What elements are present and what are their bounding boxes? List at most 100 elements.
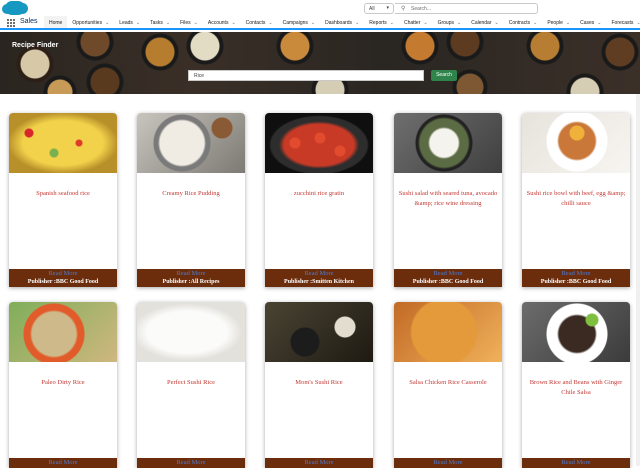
nav-tab-home[interactable]: Home (44, 16, 68, 30)
app-launcher-icon[interactable] (7, 19, 15, 27)
spanish-seafood-rice-photo (9, 113, 117, 173)
recipe-card[interactable]: Sushi rice bowl with beef, egg &amp; chi… (522, 113, 630, 287)
nav-tab-accounts[interactable]: Accounts ⌄ (203, 16, 241, 30)
chevron-down-icon[interactable]: ⌄ (194, 20, 198, 26)
recipe-card[interactable]: Brown Rice and Beans with Ginger Chile S… (522, 302, 630, 468)
chevron-down-icon[interactable]: ⌄ (390, 20, 394, 26)
read-more-link[interactable]: Read More (394, 270, 502, 277)
chevron-down-icon[interactable]: ⌄ (136, 20, 140, 26)
read-more-link[interactable]: Read More (394, 459, 502, 466)
nav-tab-contacts[interactable]: Contacts ⌄ (241, 16, 278, 30)
moms-sushi-rice-photo (265, 302, 373, 362)
recipe-card[interactable]: Salsa Chicken Rice Casserole Read More (394, 302, 502, 468)
nav-tab-cases[interactable]: Cases ⌄ (575, 16, 606, 30)
recipe-card-footer: Read More (265, 458, 373, 468)
paleo-dirty-rice-photo (9, 302, 117, 362)
nav-tab-people[interactable]: People ⌄ (542, 16, 575, 30)
nav-tab-tasks[interactable]: Tasks ⌄ (145, 16, 175, 30)
chevron-down-icon[interactable]: ⌄ (423, 20, 427, 26)
nav-tab-reports[interactable]: Reports ⌄ (364, 16, 399, 30)
global-header: All ▾ ⚲ Search... (0, 0, 640, 16)
read-more-link[interactable]: Read More (522, 459, 630, 466)
read-more-link[interactable]: Read More (9, 459, 117, 466)
chevron-down-icon[interactable]: ⌄ (457, 20, 461, 26)
nav-tab-label: People (547, 20, 563, 26)
chevron-down-icon[interactable]: ⌄ (105, 20, 109, 26)
read-more-link[interactable]: Read More (265, 459, 373, 466)
nav-tab-label: Leads (119, 20, 133, 26)
recipe-title: Sushi salad with seared tuna, avocado &a… (398, 190, 498, 207)
recipe-publisher: Publisher :All Recipes (162, 279, 220, 285)
read-more-link[interactable]: Read More (137, 270, 245, 277)
chevron-down-icon[interactable]: ⌄ (355, 20, 359, 26)
sushi-salad-photo (394, 113, 502, 173)
nav-tab-contracts[interactable]: Contracts ⌄ (504, 16, 543, 30)
page-title: Recipe Finder (12, 42, 59, 49)
recipe-card[interactable]: Creamy Rice Pudding Read More Publisher :A… (137, 113, 245, 287)
chevron-down-icon[interactable]: ⌄ (268, 20, 272, 26)
chevron-down-icon[interactable]: ⌄ (311, 20, 315, 26)
nav-tab-campaigns[interactable]: Campaigns ⌄ (278, 16, 321, 30)
chevron-down-icon[interactable]: ⌄ (495, 20, 499, 26)
chevron-down-icon[interactable]: ⌄ (166, 20, 170, 26)
recipe-grid: Spanish seafood rice Read More Publisher :… (0, 94, 640, 468)
brown-rice-beans-photo (522, 302, 630, 362)
nav-tab-label: Contacts (245, 20, 266, 26)
nav-tab-opportunities[interactable]: Opportunities ⌄ (67, 16, 114, 30)
nav-tab-dashboards[interactable]: Dashboards ⌄ (320, 16, 364, 30)
salesforce-logo[interactable] (2, 1, 28, 15)
chevron-down-icon[interactable]: ⌄ (597, 20, 601, 26)
nav-tab-label: Cases (580, 20, 595, 26)
chevron-down-icon[interactable]: ⌄ (231, 20, 235, 26)
recipe-card-footer: Read More (137, 458, 245, 468)
recipe-title: Brown Rice and Beans with Ginger Chile S… (529, 379, 623, 396)
recipe-card[interactable]: Paleo Dirty Rice Read More (9, 302, 117, 468)
global-search-input[interactable]: ⚲ Search... (395, 3, 538, 14)
nav-tab-forecasts[interactable]: Forecasts ⌄ (606, 16, 640, 30)
nav-tab-leads[interactable]: Leads ⌄ (114, 16, 145, 30)
nav-tab-label: Opportunities (72, 20, 103, 26)
search-scope-select[interactable]: All ▾ (364, 3, 394, 14)
recipe-card[interactable]: Mom's Sushi Rice Read More (265, 302, 373, 468)
read-more-link[interactable]: Read More (265, 270, 373, 277)
chevron-down-icon[interactable]: ⌄ (533, 20, 537, 26)
recipe-card-footer: Read More Publisher :All Recipes (137, 269, 245, 287)
app-name: Sales (20, 18, 38, 25)
nav-tab-groups[interactable]: Groups ⌄ (433, 16, 467, 30)
recipe-title: zucchini rice gratin (293, 190, 345, 197)
recipe-card-footer: Read More (9, 458, 117, 468)
recipe-card[interactable]: Perfect Sushi Rice Read More (137, 302, 245, 468)
recipe-card-footer: Read More Publisher :BBC Good Food (522, 269, 630, 287)
recipe-publisher: Publisher :Smitten Kitchen (284, 279, 354, 285)
nav-tab-label: Files (180, 20, 191, 26)
scrollbar[interactable] (636, 94, 640, 466)
recipe-card[interactable]: Spanish seafood rice Read More Publisher :… (9, 113, 117, 287)
recipe-publisher: Publisher :BBC Good Food (27, 279, 99, 285)
recipe-card-footer: Read More (522, 458, 630, 468)
read-more-link[interactable]: Read More (522, 270, 630, 277)
nav-tab-calendar[interactable]: Calendar ⌄ (466, 16, 504, 30)
recipe-card-footer: Read More Publisher :BBC Good Food (394, 269, 502, 287)
nav-tab-label: Dashboards (325, 20, 353, 26)
nav-tab-chatter[interactable]: Chatter ⌄ (399, 16, 433, 30)
recipe-card[interactable]: Sushi salad with seared tuna, avocado &a… (394, 113, 502, 287)
nav-tab-label: Contracts (508, 20, 531, 26)
nav-tabs: Home Opportunities ⌄ Leads ⌄ Tasks ⌄ Files ⌄ Acco… (44, 16, 640, 30)
recipe-card-footer: Read More Publisher :BBC Good Food (9, 269, 117, 287)
chevron-down-icon[interactable]: ⌄ (636, 20, 640, 26)
recipe-search-input[interactable]: Rice (188, 70, 424, 81)
read-more-link[interactable]: Read More (137, 459, 245, 466)
nav-tab-label: Reports (369, 20, 387, 26)
recipe-title: Mom's Sushi Rice (295, 379, 343, 386)
salsa-chicken-casserole-photo (394, 302, 502, 362)
chevron-down-icon[interactable]: ⌄ (566, 20, 570, 26)
nav-tab-files[interactable]: Files ⌄ (175, 16, 203, 30)
nav-tab-label: Groups (437, 20, 454, 26)
recipe-title: Perfect Sushi Rice (166, 379, 216, 386)
read-more-link[interactable]: Read More (9, 270, 117, 277)
recipe-title: Sushi rice bowl with beef, egg &amp; chi… (526, 190, 626, 207)
app-navigation-bar: Sales Home Opportunities ⌄ Leads ⌄ Tasks ⌄ File… (0, 16, 640, 30)
recipe-search-button[interactable]: Search (431, 70, 457, 81)
recipe-card[interactable]: zucchini rice gratin Read More Publisher :… (265, 113, 373, 287)
recipe-title: Salsa Chicken Rice Casserole (409, 379, 487, 386)
